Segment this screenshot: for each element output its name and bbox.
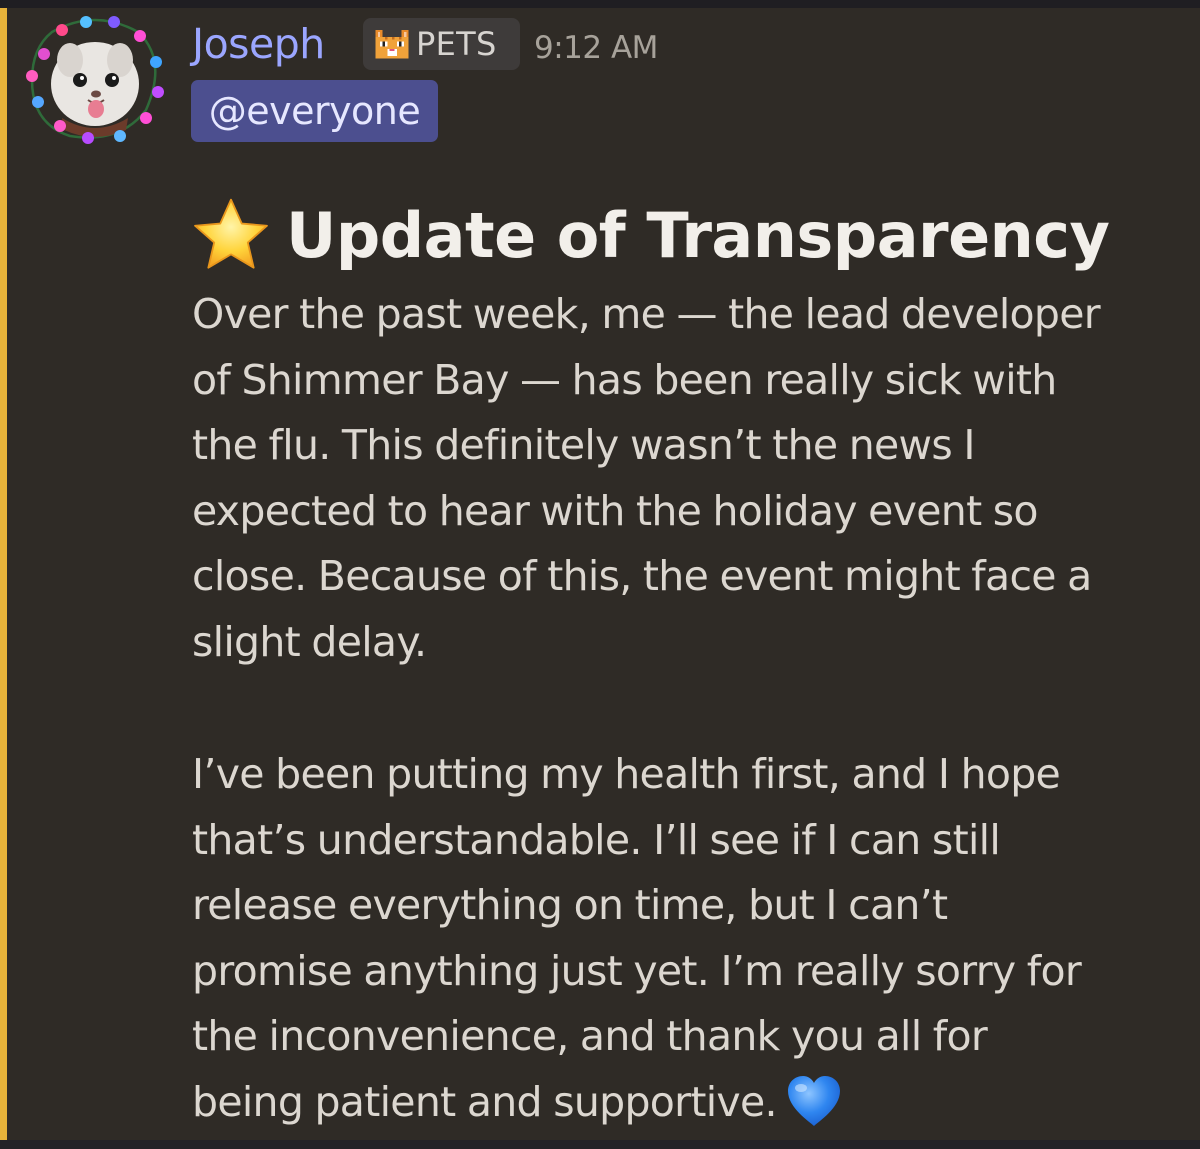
message-timestamp[interactable]: 9:12 AM [534,28,658,68]
paragraph-line: slight delay. [192,617,427,666]
paragraph-line: expected to hear with the holiday event … [192,486,1039,535]
paragraph-line: that’s understandable. I’ll see if I can… [192,815,1001,864]
discord-message-view: Joseph PETS 9:12 AM @everyone Update of … [0,0,1200,1149]
mention-highlight-bar [0,8,7,1140]
message-paragraph-1: Over the past week, me — the lead develo… [192,282,1182,676]
role-tag[interactable]: PETS [363,18,520,70]
role-tag-label: PETS [416,25,497,63]
paragraph-line: Over the past week, me — the lead develo… [192,290,1101,338]
blue-heart-emoji-icon [785,1074,843,1128]
pixel-cat-icon [373,25,411,63]
paragraph-line: of Shimmer Bay — has been really sick wi… [192,355,1057,404]
mention-text: @everyone [208,89,421,133]
paragraph-line: the inconvenience, and thank you all for [192,1012,988,1061]
star-emoji-icon [192,196,270,274]
bottom-divider [0,1140,1200,1149]
message-paragraph-2: I’ve been putting my health first, and I… [192,742,1182,1136]
paragraph-line: release everything on time, but I can’t [192,881,948,930]
paragraph-line: close. Because of this, the event might … [192,552,1092,601]
author-name[interactable]: Joseph [192,16,325,72]
cat-avatar-icon [26,16,164,144]
paragraph-last-line: being patient and supportive. [192,1070,1182,1136]
heading-text: Update of Transparency [286,198,1110,272]
paragraph-line: the flu. This definitely wasn’t the news… [192,421,975,470]
everyone-mention[interactable]: @everyone [191,80,438,142]
top-divider [0,0,1200,8]
message-heading: Update of Transparency [192,190,1110,280]
paragraph-line: promise anything just yet. I’m really so… [192,946,1082,995]
paragraph-line-text: being patient and supportive. [192,1077,778,1126]
user-avatar[interactable] [22,14,168,144]
paragraph-line: I’ve been putting my health first, and I… [192,750,1061,798]
